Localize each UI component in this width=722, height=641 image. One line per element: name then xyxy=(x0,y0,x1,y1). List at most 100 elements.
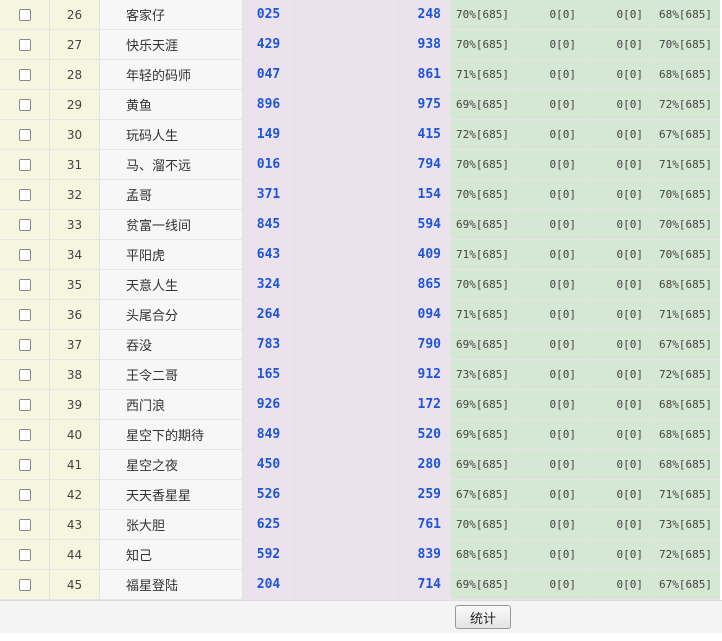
empty-cell xyxy=(295,30,347,60)
rate-cell-3: 0[0] xyxy=(585,540,652,570)
table-row: 42 天天香星星 526 259 67%[685] 0[0] 0[0] 71%[685] xyxy=(0,480,722,510)
row-checkbox[interactable] xyxy=(18,218,31,231)
rate-cell-4: 73%[685] xyxy=(652,510,720,540)
row-checkbox[interactable] xyxy=(18,98,31,111)
table-row: 27 快乐天涯 429 938 70%[685] 0[0] 0[0] 70%[685] xyxy=(0,30,722,60)
row-checkbox[interactable] xyxy=(18,488,31,501)
table-row: 33 贫富一线间 845 594 69%[685] 0[0] 0[0] 70%[685] xyxy=(0,210,722,240)
rate-cell-1: 70%[685] xyxy=(451,150,518,180)
row-select-cell xyxy=(0,450,50,480)
row-checkbox[interactable] xyxy=(18,518,31,531)
number-b: 280 xyxy=(399,450,451,480)
rate-cell-4: 70%[685] xyxy=(652,210,720,240)
rate-cell-2: 0[0] xyxy=(518,150,585,180)
rate-cell-2: 0[0] xyxy=(518,240,585,270)
table-row: 40 星空下的期待 849 520 69%[685] 0[0] 0[0] 68%[685] xyxy=(0,420,722,450)
statistics-button[interactable]: 统计 xyxy=(455,605,511,629)
player-name: 星空下的期待 xyxy=(100,420,243,450)
rate-cell-3: 0[0] xyxy=(585,150,652,180)
rate-cell-4: 72%[685] xyxy=(652,540,720,570)
rate-cell-2: 0[0] xyxy=(518,30,585,60)
table-row: 26 客家仔 025 248 70%[685] 0[0] 0[0] 68%[685] xyxy=(0,0,722,30)
rate-cell-4: 70%[685] xyxy=(652,180,720,210)
row-checkbox[interactable] xyxy=(18,308,31,321)
row-number: 43 xyxy=(50,510,100,540)
rate-cell-1: 69%[685] xyxy=(451,210,518,240)
rate-cell-2: 0[0] xyxy=(518,480,585,510)
row-select-cell xyxy=(0,180,50,210)
empty-cell xyxy=(347,420,399,450)
rate-cell-4: 68%[685] xyxy=(652,420,720,450)
row-checkbox[interactable] xyxy=(18,158,31,171)
row-checkbox[interactable] xyxy=(18,68,31,81)
row-select-cell xyxy=(0,390,50,420)
number-b: 259 xyxy=(399,480,451,510)
rate-cell-4: 70%[685] xyxy=(652,240,720,270)
number-b: 248 xyxy=(399,0,451,30)
row-checkbox[interactable] xyxy=(18,398,31,411)
player-name: 知己 xyxy=(100,540,243,570)
empty-cell xyxy=(295,0,347,30)
rate-cell-3: 0[0] xyxy=(585,300,652,330)
rate-cell-3: 0[0] xyxy=(585,90,652,120)
row-select-cell xyxy=(0,0,50,30)
number-a: 429 xyxy=(243,30,295,60)
rate-cell-4: 68%[685] xyxy=(652,450,720,480)
row-checkbox[interactable] xyxy=(18,248,31,261)
rate-cell-1: 69%[685] xyxy=(451,570,518,600)
player-name: 西门浪 xyxy=(100,390,243,420)
number-a: 926 xyxy=(243,390,295,420)
row-checkbox[interactable] xyxy=(18,338,31,351)
rate-cell-2: 0[0] xyxy=(518,210,585,240)
empty-cell xyxy=(347,540,399,570)
empty-cell xyxy=(295,300,347,330)
rate-cell-2: 0[0] xyxy=(518,330,585,360)
row-number: 44 xyxy=(50,540,100,570)
row-checkbox[interactable] xyxy=(18,188,31,201)
row-checkbox[interactable] xyxy=(18,578,31,591)
empty-cell xyxy=(295,570,347,600)
player-name: 星空之夜 xyxy=(100,450,243,480)
empty-cell xyxy=(295,450,347,480)
number-a: 896 xyxy=(243,90,295,120)
row-checkbox[interactable] xyxy=(18,368,31,381)
number-b: 794 xyxy=(399,150,451,180)
row-checkbox[interactable] xyxy=(18,8,31,21)
row-checkbox[interactable] xyxy=(18,428,31,441)
number-a: 526 xyxy=(243,480,295,510)
empty-cell xyxy=(295,540,347,570)
row-select-cell xyxy=(0,150,50,180)
number-a: 625 xyxy=(243,510,295,540)
player-name: 天天香星星 xyxy=(100,480,243,510)
row-checkbox[interactable] xyxy=(18,38,31,51)
player-name: 头尾合分 xyxy=(100,300,243,330)
player-name: 黄鱼 xyxy=(100,90,243,120)
rate-cell-2: 0[0] xyxy=(518,510,585,540)
table-row: 28 年轻的码师 047 861 71%[685] 0[0] 0[0] 68%[685] xyxy=(0,60,722,90)
number-a: 592 xyxy=(243,540,295,570)
row-select-cell xyxy=(0,30,50,60)
row-select-cell xyxy=(0,270,50,300)
row-checkbox[interactable] xyxy=(18,278,31,291)
player-name: 贫富一线间 xyxy=(100,210,243,240)
rate-cell-2: 0[0] xyxy=(518,270,585,300)
row-number: 34 xyxy=(50,240,100,270)
row-checkbox[interactable] xyxy=(18,458,31,471)
number-b: 594 xyxy=(399,210,451,240)
table-row: 34 平阳虎 643 409 71%[685] 0[0] 0[0] 70%[685] xyxy=(0,240,722,270)
number-a: 371 xyxy=(243,180,295,210)
row-number: 35 xyxy=(50,270,100,300)
empty-cell xyxy=(295,480,347,510)
row-checkbox[interactable] xyxy=(18,128,31,141)
rate-cell-4: 71%[685] xyxy=(652,150,720,180)
row-select-cell xyxy=(0,120,50,150)
row-number: 31 xyxy=(50,150,100,180)
row-select-cell xyxy=(0,480,50,510)
number-b: 839 xyxy=(399,540,451,570)
number-a: 149 xyxy=(243,120,295,150)
row-checkbox[interactable] xyxy=(18,548,31,561)
rate-cell-4: 67%[685] xyxy=(652,330,720,360)
rate-cell-3: 0[0] xyxy=(585,120,652,150)
player-name: 福星登陆 xyxy=(100,570,243,600)
number-b: 714 xyxy=(399,570,451,600)
